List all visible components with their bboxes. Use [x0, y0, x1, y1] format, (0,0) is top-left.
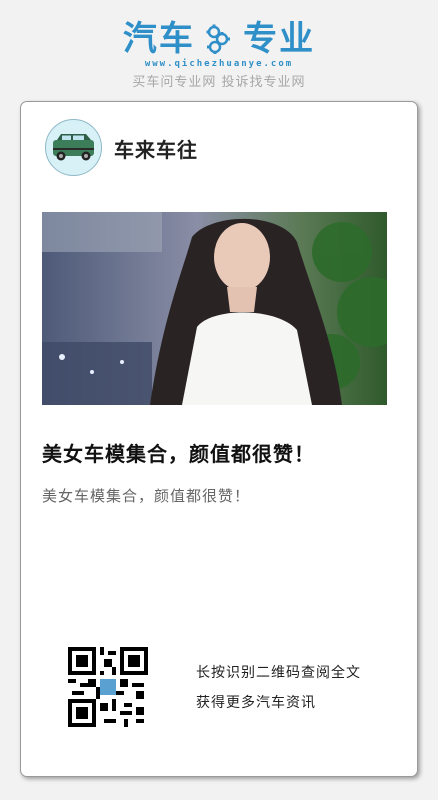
qr-code-icon: [68, 647, 148, 727]
qr-benefit-text: 获得更多汽车资讯: [196, 695, 316, 711]
share-card: 车来车往 美女车模集合，颜值都很赞！ 美女车模集合，颜值都很赞！ 长按识别二维码…: [20, 101, 418, 777]
site-logo: 汽车 专业: [0, 18, 438, 60]
site-url: www.qichezhuanye.com: [144, 59, 294, 69]
account-avatar[interactable]: [45, 119, 102, 176]
green-car-icon: [53, 134, 94, 161]
article-summary: 美女车模集合，颜值都很赞！: [42, 487, 251, 505]
site-header: 汽车 专业 www.qichezhuanye.com 买车问专业网 投诉找专业网: [0, 0, 438, 100]
account-name[interactable]: 车来车往: [114, 134, 198, 163]
logo-text-left: 汽车: [122, 19, 195, 59]
article-cover-image[interactable]: [42, 212, 387, 405]
site-slogan: 买车问专业网 投诉找专业网: [132, 75, 306, 90]
logo-text-right: 专业: [243, 19, 316, 59]
qr-instruction-text: 长按识别二维码查阅全文: [196, 665, 361, 681]
article-title[interactable]: 美女车模集合，颜值都很赞！: [42, 438, 387, 467]
gear-icon: [206, 24, 232, 54]
